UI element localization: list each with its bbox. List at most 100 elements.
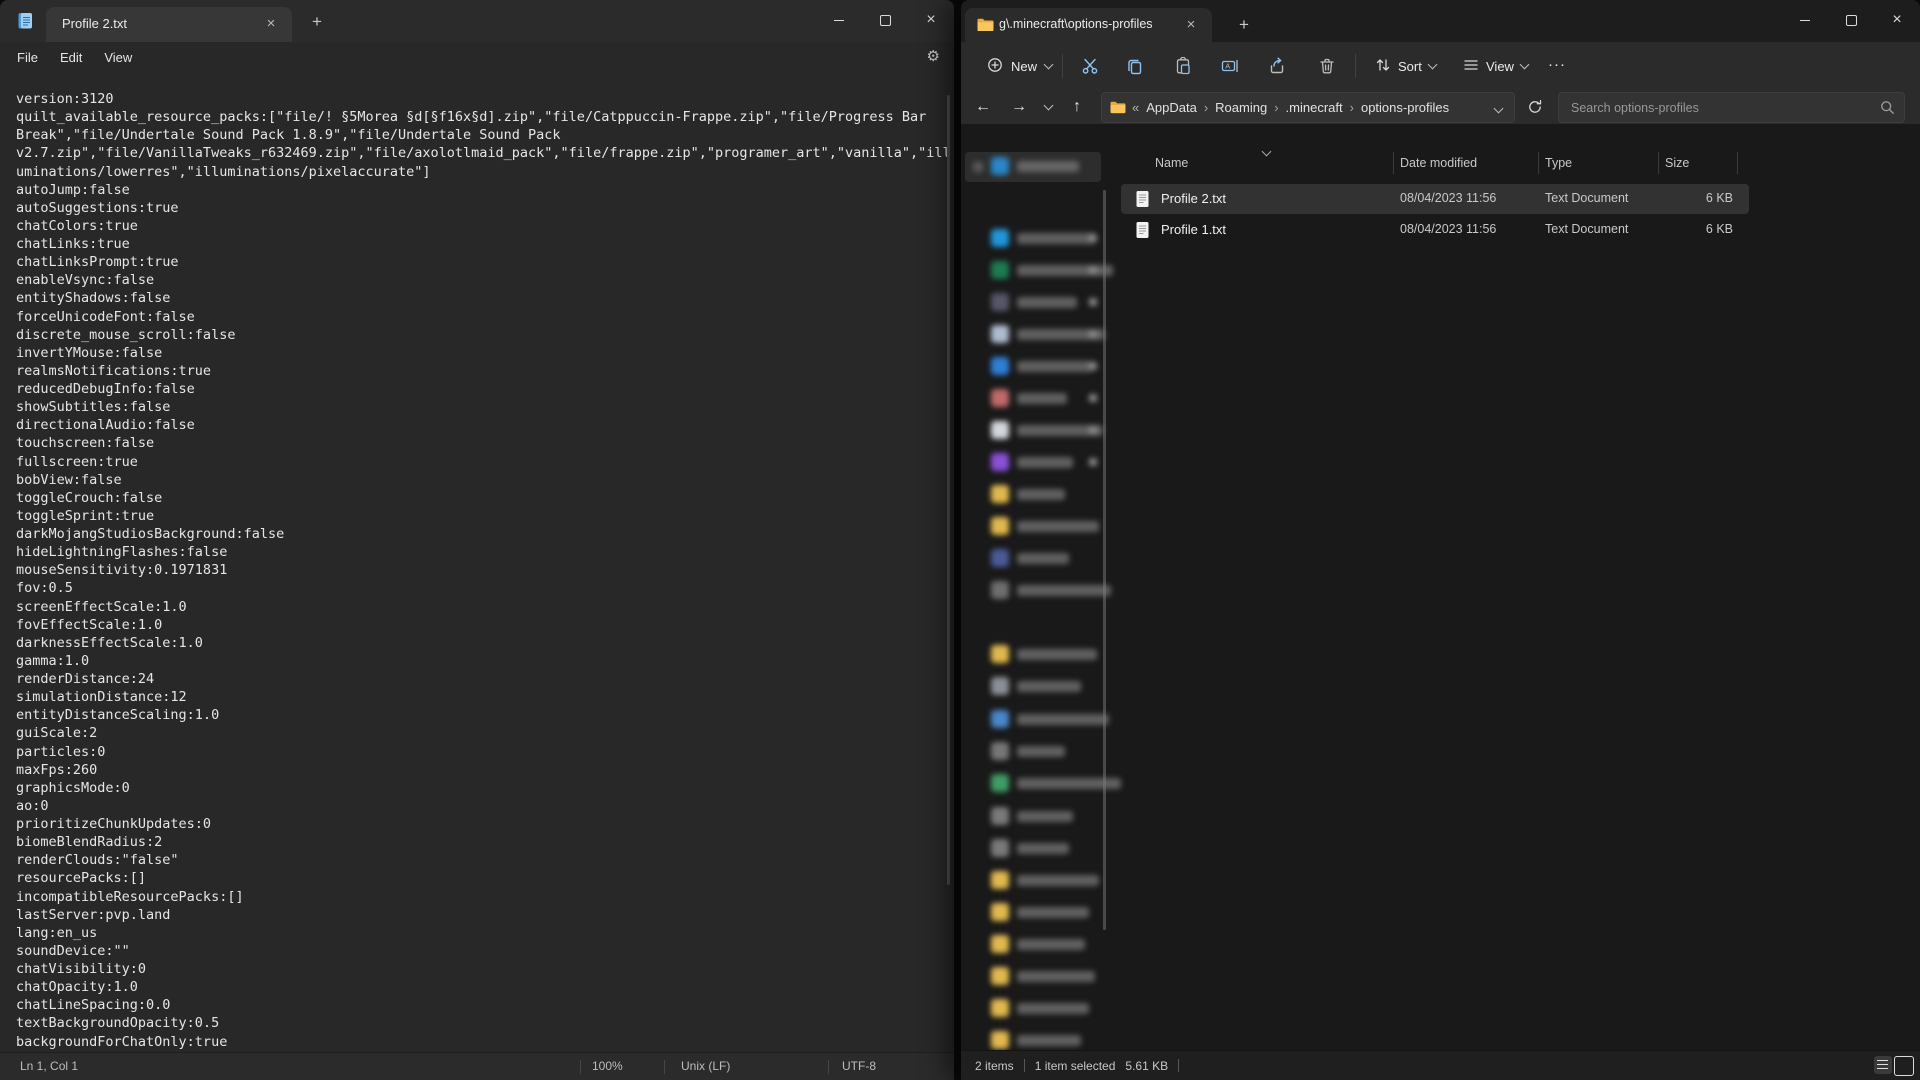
view-button[interactable]: View <box>1455 50 1536 82</box>
status-separator <box>664 1060 665 1074</box>
details-view-button[interactable] <box>1874 1056 1892 1074</box>
sidebar-item[interactable] <box>965 576 1101 604</box>
paste-button[interactable] <box>1163 48 1203 84</box>
close-button[interactable]: × <box>908 0 954 40</box>
file-row[interactable]: Profile 1.txt08/04/2023 11:56Text Docume… <box>1121 215 1749 245</box>
column-separator[interactable] <box>1538 152 1539 174</box>
breadcrumb-item[interactable]: Roaming <box>1208 100 1274 115</box>
menu-edit[interactable]: Edit <box>49 46 93 70</box>
sidebar-item[interactable] <box>965 384 1101 412</box>
sidebar-item[interactable] <box>965 672 1101 700</box>
file-row[interactable]: Profile 2.txt08/04/2023 11:56Text Docume… <box>1121 184 1749 214</box>
search-input[interactable] <box>1569 94 1863 121</box>
chevron-icon[interactable] <box>1089 362 1097 370</box>
explorer-tab[interactable]: g\.minecraft\options-profiles × <box>965 8 1212 42</box>
sidebar-item[interactable] <box>965 930 1101 958</box>
chevron-icon[interactable] <box>1089 266 1097 274</box>
tab-close-icon[interactable]: × <box>260 13 282 35</box>
sidebar-item[interactable] <box>965 640 1101 668</box>
breadcrumb-item[interactable]: .minecraft <box>1279 100 1350 115</box>
sidebar-item-icon <box>991 325 1009 343</box>
sidebar-item[interactable] <box>965 288 1101 316</box>
sidebar-item[interactable] <box>965 416 1101 444</box>
sort-button[interactable]: Sort <box>1367 50 1444 82</box>
address-dropdown-button[interactable] <box>1495 99 1502 117</box>
line-ending[interactable]: Unix (LF) <box>681 1053 730 1080</box>
notepad-tab[interactable]: Profile 2.txt × <box>46 7 292 42</box>
forward-button[interactable]: → <box>1003 92 1035 122</box>
recent-locations-button[interactable] <box>1037 92 1059 122</box>
editor-scrollbar[interactable] <box>947 95 950 885</box>
chevron-icon[interactable] <box>1089 458 1097 466</box>
chevron-icon[interactable] <box>1089 426 1097 434</box>
explorer-titlebar[interactable]: g\.minecraft\options-profiles × + × <box>961 0 1920 42</box>
maximize-button[interactable] <box>862 0 908 40</box>
sidebar-item[interactable] <box>965 256 1101 284</box>
breadcrumb-separator-icon[interactable]: › <box>1274 100 1278 115</box>
editor-content[interactable]: version:3120 quilt_available_resource_pa… <box>16 90 951 1051</box>
column-header-name[interactable]: Name <box>1155 156 1188 170</box>
tab-close-icon[interactable]: × <box>1180 14 1202 36</box>
rename-button[interactable]: A <box>1210 48 1250 84</box>
column-header-date[interactable]: Date modified <box>1400 156 1477 170</box>
sidebar-item[interactable] <box>965 834 1101 862</box>
maximize-icon <box>1846 15 1857 26</box>
delete-button[interactable] <box>1307 48 1347 84</box>
encoding[interactable]: UTF-8 <box>842 1053 876 1080</box>
sort-direction-icon[interactable] <box>1263 142 1270 160</box>
settings-gear-icon[interactable]: ⚙ <box>927 47 940 65</box>
column-separator[interactable] <box>1658 152 1659 174</box>
close-button[interactable]: × <box>1874 0 1920 40</box>
column-header-type[interactable]: Type <box>1545 156 1572 170</box>
cut-button[interactable] <box>1070 48 1110 84</box>
large-icons-view-button[interactable] <box>1894 1056 1914 1076</box>
search-icon[interactable] <box>1880 100 1895 120</box>
sidebar-item[interactable] <box>965 448 1101 476</box>
chevron-icon[interactable] <box>1089 330 1097 338</box>
sidebar-item[interactable] <box>965 480 1101 508</box>
copy-button[interactable] <box>1115 48 1155 84</box>
notepad-titlebar[interactable]: Profile 2.txt × + × <box>0 0 954 42</box>
share-button[interactable] <box>1257 48 1297 84</box>
address-bar[interactable]: « AppData›Roaming›.minecraft›options-pro… <box>1101 92 1515 123</box>
more-options-button[interactable]: ··· <box>1541 50 1573 82</box>
breadcrumb-overflow-icon[interactable]: « <box>1132 100 1139 115</box>
menu-file[interactable]: File <box>6 46 49 70</box>
minimize-button[interactable] <box>1782 0 1828 40</box>
sidebar-item[interactable] <box>965 705 1101 733</box>
sidebar-item[interactable] <box>965 866 1101 894</box>
column-separator[interactable] <box>1737 152 1738 174</box>
sidebar-item[interactable] <box>965 544 1101 572</box>
column-separator[interactable] <box>1393 152 1394 174</box>
up-button[interactable]: ↑ <box>1061 92 1093 122</box>
refresh-button[interactable] <box>1520 92 1550 122</box>
back-button[interactable]: ← <box>967 92 999 122</box>
minimize-button[interactable] <box>816 0 862 40</box>
menu-view[interactable]: View <box>93 46 143 70</box>
sidebar-item[interactable] <box>965 352 1101 380</box>
chevron-icon[interactable] <box>1089 234 1097 242</box>
sidebar-item[interactable] <box>965 512 1101 540</box>
sidebar-item[interactable] <box>965 224 1101 252</box>
sidebar-item[interactable] <box>965 320 1101 348</box>
sidebar-item[interactable] <box>965 737 1101 765</box>
sidebar-item-label-redacted <box>1017 875 1099 886</box>
sidebar-item[interactable] <box>965 962 1101 990</box>
zoom-level[interactable]: 100% <box>592 1053 623 1080</box>
sidebar-item[interactable] <box>965 994 1101 1022</box>
file-pane[interactable]: Name Date modified Type Size Profile 2.t… <box>1113 124 1920 1050</box>
breadcrumb-item[interactable]: AppData <box>1139 100 1204 115</box>
chevron-icon[interactable] <box>1089 394 1097 402</box>
column-header-size[interactable]: Size <box>1665 156 1689 170</box>
new-button[interactable]: New <box>977 50 1062 82</box>
sidebar-item[interactable] <box>965 802 1101 830</box>
breadcrumb-item[interactable]: options-profiles <box>1354 100 1456 115</box>
sidebar-scrollbar[interactable] <box>1103 190 1106 930</box>
new-tab-button[interactable]: + <box>1232 13 1256 37</box>
sidebar-item[interactable] <box>965 898 1101 926</box>
sidebar-item[interactable] <box>965 769 1101 797</box>
sidebar-pinned-item[interactable] <box>965 152 1101 182</box>
new-tab-button[interactable]: + <box>305 10 329 34</box>
maximize-button[interactable] <box>1828 0 1874 40</box>
chevron-icon[interactable] <box>1089 298 1097 306</box>
